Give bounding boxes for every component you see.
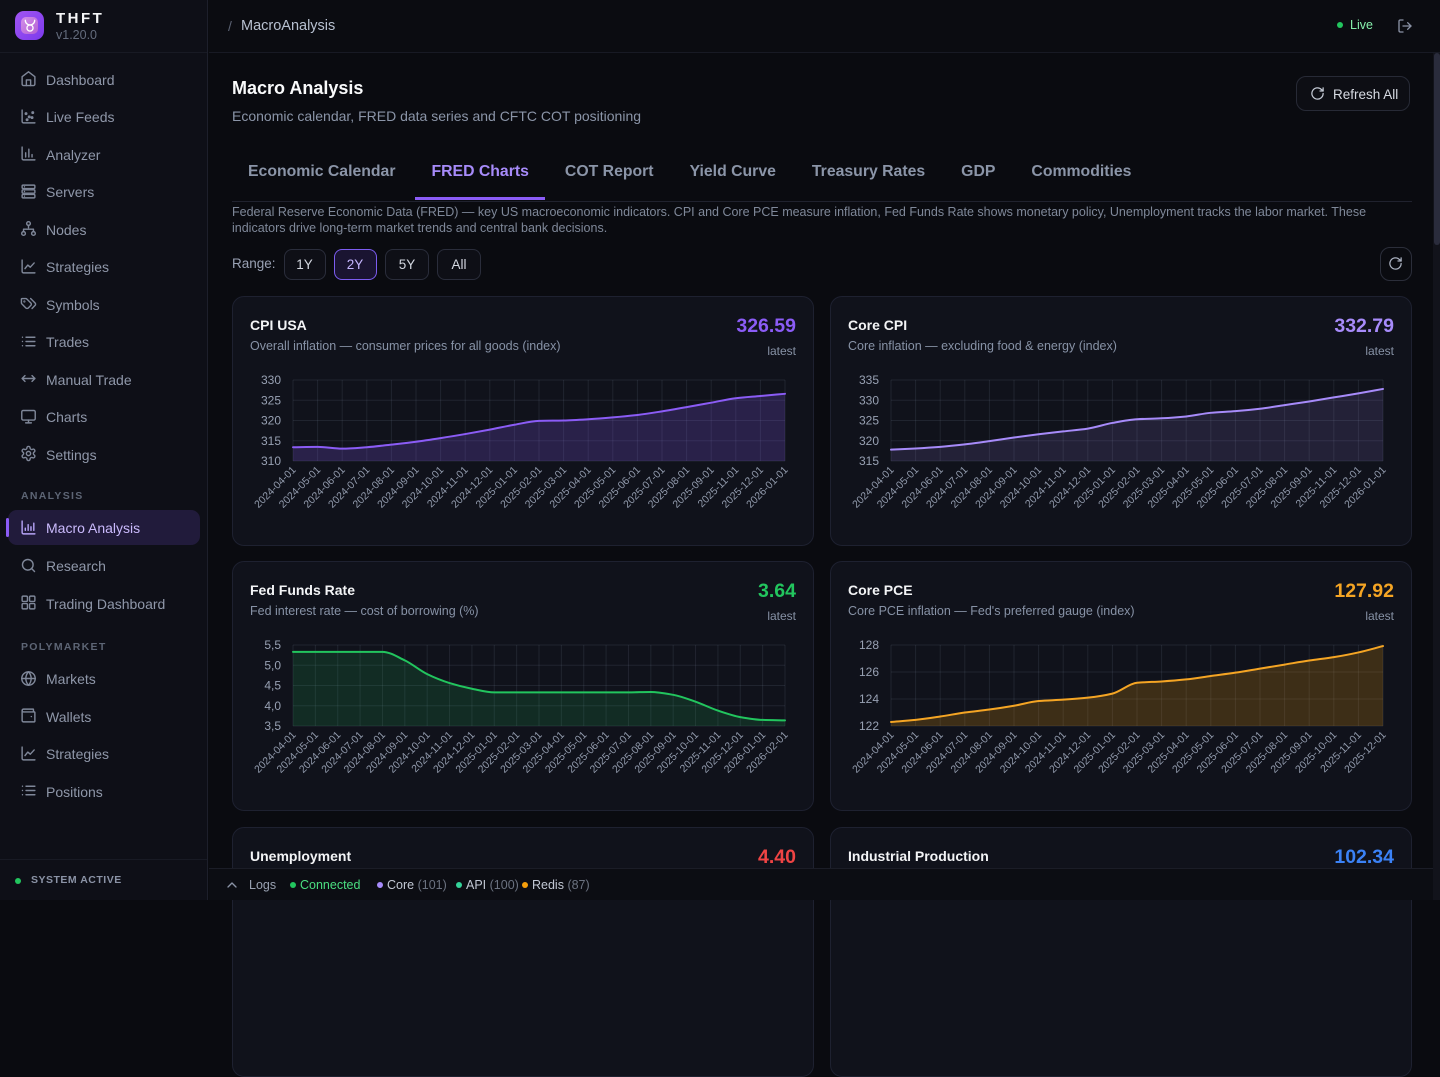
svg-text:122: 122 <box>859 719 879 733</box>
svg-text:335: 335 <box>859 373 879 387</box>
svg-text:330: 330 <box>859 393 879 407</box>
svg-text:315: 315 <box>859 454 879 468</box>
svg-text:320: 320 <box>859 434 879 448</box>
svg-text:4,5: 4,5 <box>264 679 281 693</box>
svg-text:330: 330 <box>261 373 281 387</box>
svg-text:5,5: 5,5 <box>264 638 281 652</box>
svg-text:310: 310 <box>261 454 281 468</box>
svg-text:4,0: 4,0 <box>264 699 281 713</box>
svg-text:325: 325 <box>261 393 281 407</box>
svg-text:126: 126 <box>859 665 879 679</box>
svg-text:3,5: 3,5 <box>264 719 281 733</box>
svg-text:5,0: 5,0 <box>264 658 281 672</box>
svg-text:325: 325 <box>859 414 879 428</box>
svg-text:315: 315 <box>261 434 281 448</box>
svg-text:124: 124 <box>859 692 879 706</box>
svg-text:128: 128 <box>859 638 879 652</box>
svg-text:320: 320 <box>261 414 281 428</box>
